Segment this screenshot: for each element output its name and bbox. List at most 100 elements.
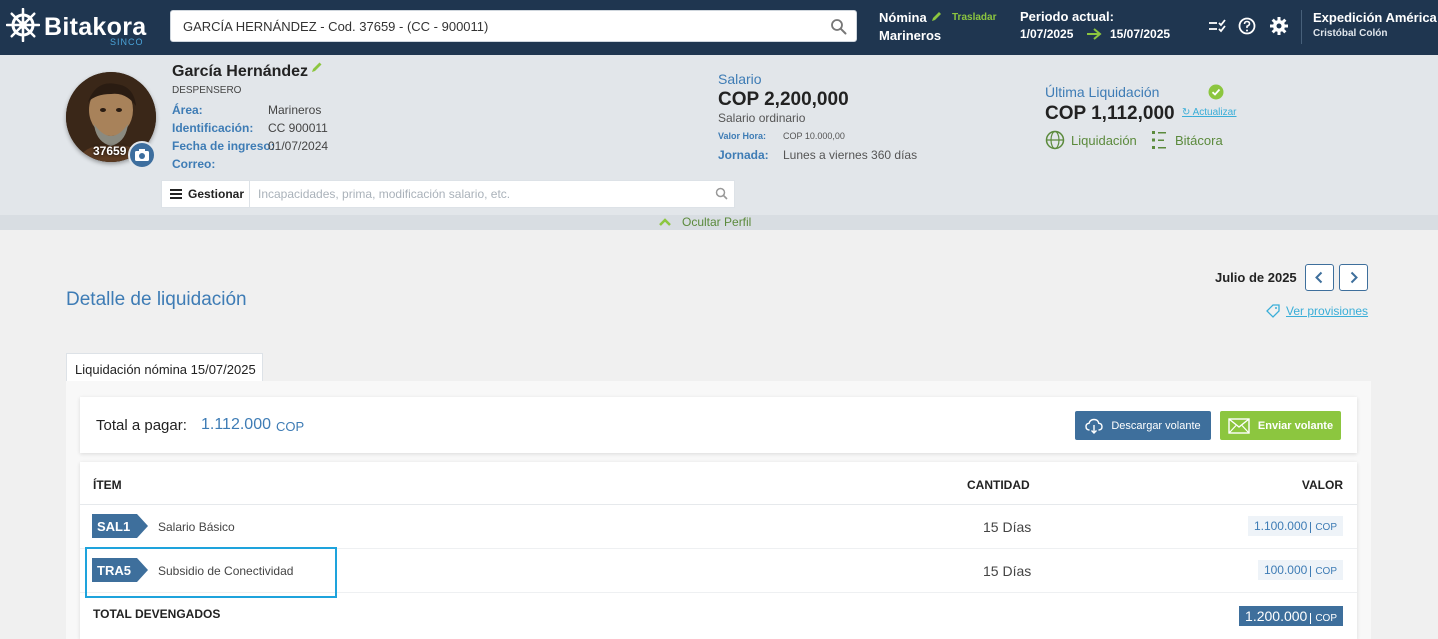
item-quantity: 15 Días — [983, 519, 1032, 535]
header-divider — [1301, 10, 1302, 44]
item-value-currency: COP — [1310, 566, 1337, 577]
identificacion-value: CC 900011 — [268, 121, 328, 135]
trasladar-link[interactable]: Trasladar — [952, 12, 996, 23]
badge-arrow — [137, 514, 148, 538]
ocultar-perfil-toggle[interactable]: Ocultar Perfil — [658, 215, 751, 229]
chevron-left-icon — [1315, 271, 1323, 284]
chevron-up-icon — [659, 218, 671, 226]
periodo-to: 15/07/2025 — [1110, 27, 1171, 41]
gestionar-bar: Gestionar Incapacidades, prima, modifica… — [161, 180, 735, 208]
arrow-right-icon — [1087, 28, 1102, 40]
ultima-liquidacion-label: Última Liquidación — [1045, 84, 1160, 100]
item-code-badge: SAL1 — [92, 514, 137, 538]
user-name: Cristóbal Colón — [1313, 28, 1388, 39]
cloud-download-icon — [1085, 418, 1104, 434]
item-value: 100.000 COP — [1257, 560, 1343, 580]
tag-icon — [1266, 304, 1280, 318]
check-circle-icon — [1208, 84, 1224, 100]
company-name[interactable]: Expedición América — [1313, 10, 1437, 25]
total-a-pagar-value: 1.112.000 — [201, 416, 271, 433]
gestionar-search-input[interactable]: Incapacidades, prima, modificación salar… — [258, 187, 510, 201]
search-icon[interactable] — [830, 18, 847, 35]
total-devengados-currency: COP — [1310, 613, 1337, 624]
gear-icon[interactable] — [1269, 16, 1289, 36]
salario-type: Salario ordinario — [718, 111, 806, 125]
logo[interactable]: Bitakora SINCO — [6, 8, 146, 47]
gestionar-label: Gestionar — [188, 187, 245, 201]
correo-label: Correo: — [172, 157, 216, 171]
change-photo-button[interactable] — [128, 141, 156, 169]
salario-value: COP 2,200,000 — [718, 89, 849, 110]
pencil-icon[interactable] — [310, 60, 324, 74]
actualizar-link[interactable]: ↻ Actualizar — [1182, 107, 1237, 118]
chevron-right-icon — [1350, 271, 1358, 284]
ver-provisiones-link[interactable]: Ver provisiones — [1266, 304, 1368, 318]
jornada-value: Lunes a viernes 360 días — [783, 148, 918, 162]
jornada-label: Jornada: — [718, 148, 769, 162]
nomina-value: Marineros — [879, 28, 942, 43]
employee-code: 37659 — [93, 144, 127, 158]
item-value-amount: 100.000 — [1263, 563, 1308, 577]
item-value-amount: 1.100.000 — [1253, 519, 1308, 533]
valor-hora-label: Valor Hora: — [718, 131, 767, 141]
liquidacion-label: Liquidación — [1071, 132, 1137, 148]
descargar-volante-label: Descargar volante — [1111, 419, 1201, 432]
liquidacion-link[interactable]: Liquidación — [1045, 130, 1137, 150]
ocultar-perfil-label: Ocultar Perfil — [682, 215, 752, 229]
employee-search-input[interactable]: GARCÍA HERNÁNDEZ - Cod. 37659 - (CC - 90… — [170, 10, 857, 42]
actualizar-label: Actualizar — [1192, 107, 1237, 118]
item-quantity: 15 Días — [983, 563, 1032, 579]
search-value: GARCÍA HERNÁNDEZ - Cod. 37659 - (CC - 90… — [183, 19, 489, 34]
globe-icon — [1045, 130, 1065, 150]
valor-hora-value: COP 10.000,00 — [783, 131, 845, 141]
row-divider — [80, 504, 1357, 505]
total-devengados-value: 1.200.000 COP — [1239, 606, 1343, 626]
area-label: Área: — [172, 103, 203, 117]
search-icon[interactable] — [715, 187, 728, 200]
checklist-icon[interactable] — [1207, 16, 1227, 36]
total-card: Total a pagar: 1.112.000 COP Descargar v… — [80, 397, 1357, 453]
total-a-pagar-currency: COP — [276, 419, 305, 434]
gestionar-button[interactable]: Gestionar — [162, 181, 250, 207]
column-header-valor: VALOR — [1301, 478, 1343, 492]
area-value: Marineros — [268, 103, 322, 117]
pencil-icon[interactable] — [930, 10, 943, 23]
page-title: Detalle de liquidación — [66, 289, 247, 310]
fecha-ingreso-label: Fecha de ingreso: — [172, 139, 275, 153]
selection-highlight — [85, 547, 337, 598]
item-description: Salario Básico — [158, 520, 235, 534]
tab-liquidacion-nomina[interactable]: Liquidación nómina 15/07/2025 — [66, 353, 263, 382]
salario-label: Salario — [718, 71, 762, 87]
top-bar: Bitakora SINCO GARCÍA HERNÁNDEZ - Cod. 3… — [0, 0, 1438, 55]
ultima-liquidacion-value: COP 1,112,000 — [1045, 103, 1175, 124]
nomina-label: Nómina — [879, 10, 927, 25]
bitacora-label: Bitácora — [1175, 132, 1223, 148]
employee-profile: 37659 García Hernández DESPENSERO Área: … — [0, 55, 1438, 230]
next-month-button[interactable] — [1339, 264, 1368, 291]
total-devengados-label: TOTAL DEVENGADOS — [93, 607, 221, 621]
timeline-icon — [1152, 131, 1166, 149]
descargar-volante-button[interactable]: Descargar volante — [1075, 411, 1211, 440]
item-value-currency: COP — [1310, 522, 1337, 533]
enviar-volante-label: Enviar volante — [1257, 419, 1334, 432]
bitacora-link[interactable]: Bitácora — [1149, 130, 1223, 150]
total-devengados-amount: 1.200.000 — [1245, 608, 1308, 624]
prev-month-button[interactable] — [1305, 264, 1334, 291]
ver-provisiones-label: Ver provisiones — [1286, 304, 1369, 318]
envelope-icon — [1228, 417, 1250, 434]
current-month: Julio de 2025 — [1215, 270, 1297, 285]
help-icon[interactable] — [1237, 16, 1257, 36]
enviar-volante-button[interactable]: Enviar volante — [1220, 411, 1341, 440]
item-value: 1.100.000 COP — [1247, 516, 1343, 536]
camera-icon — [135, 149, 149, 161]
column-header-item: ÍTEM — [93, 478, 122, 492]
periodo-from: 1/07/2025 — [1020, 27, 1074, 41]
identificacion-label: Identificación: — [172, 121, 254, 135]
column-header-cantidad: CANTIDAD — [967, 478, 1030, 492]
periodo-label: Periodo actual: — [1020, 9, 1114, 24]
hamburger-menu-icon — [170, 189, 182, 199]
ship-wheel-icon — [6, 8, 40, 42]
fecha-ingreso-value: 01/07/2024 — [268, 139, 329, 153]
total-a-pagar-label: Total a pagar: — [96, 417, 187, 434]
employee-name: García Hernández — [172, 63, 309, 80]
